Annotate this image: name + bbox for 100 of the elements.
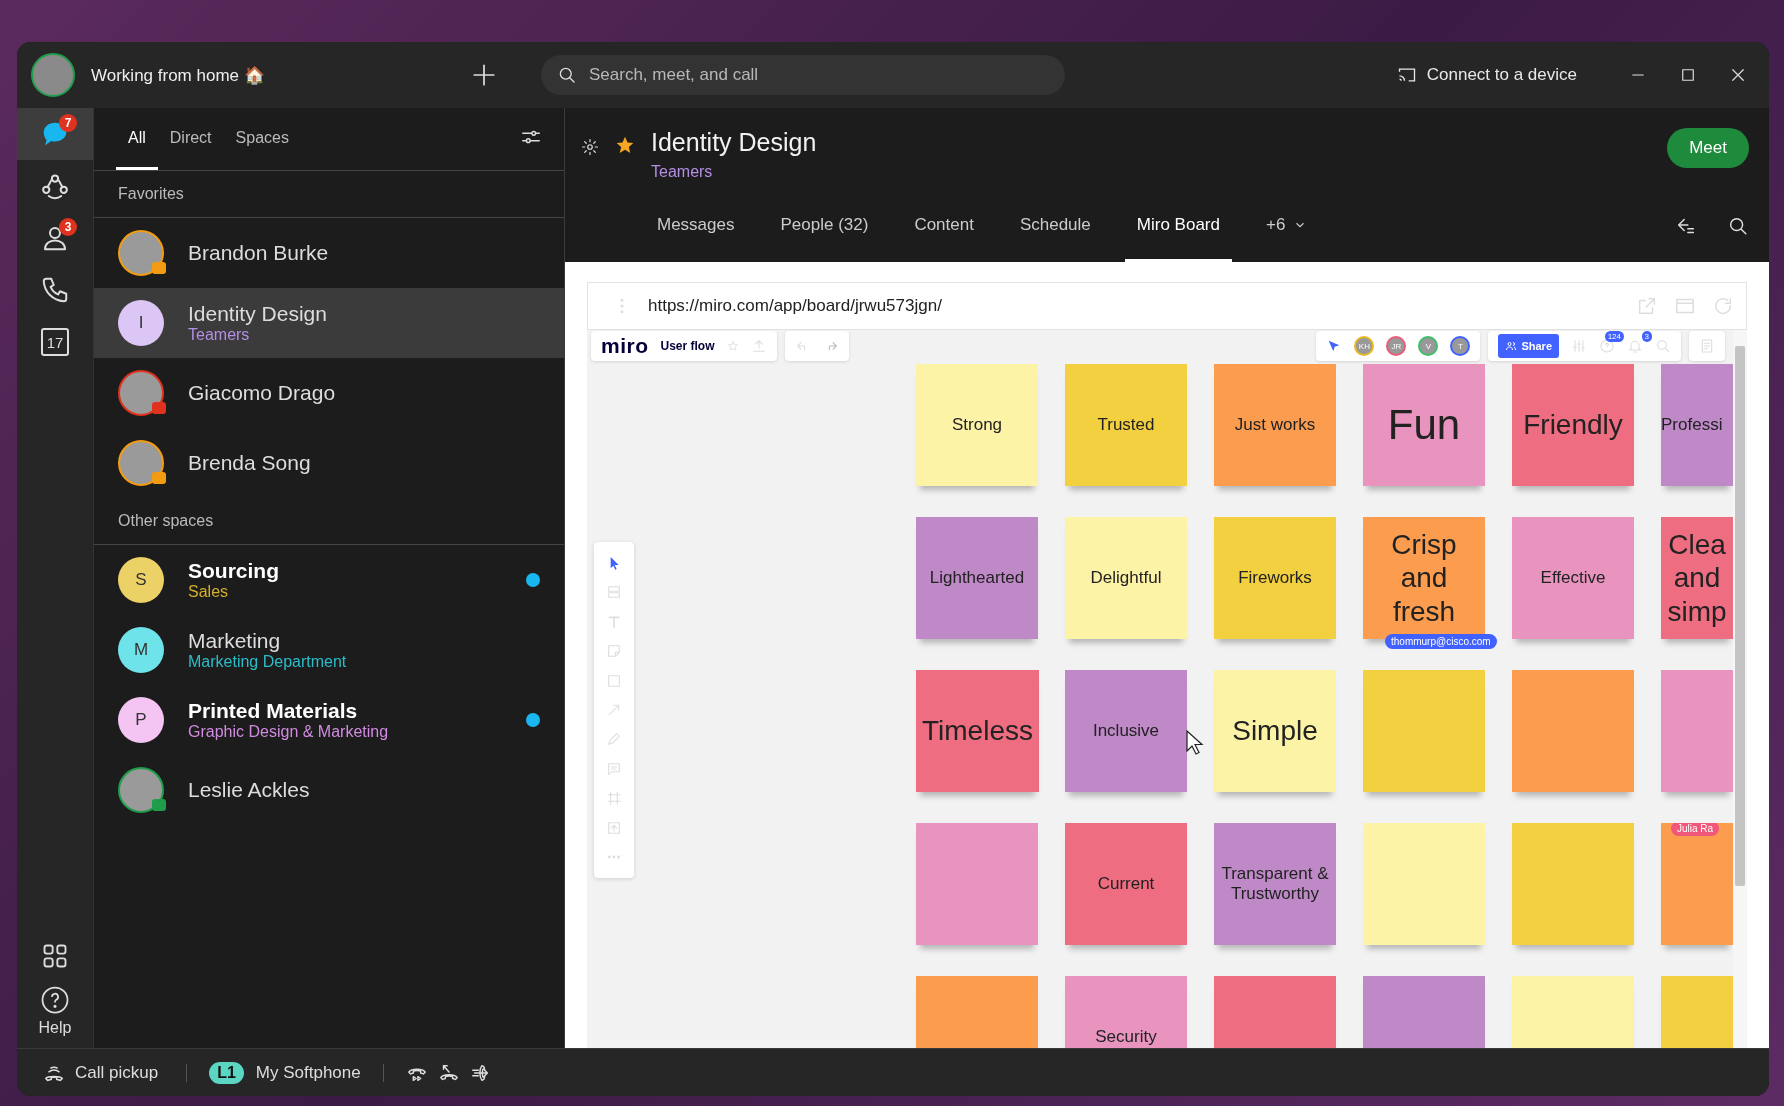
conversation-item[interactable]: Leslie Ackles: [94, 755, 564, 825]
sticky-note[interactable]: [1363, 670, 1485, 792]
search-icon[interactable]: [1727, 215, 1749, 237]
user-avatar[interactable]: [31, 53, 75, 97]
note-text: Fun: [1387, 401, 1461, 449]
status-text[interactable]: Working from home 🏠: [91, 64, 471, 86]
sticky-note[interactable]: Effective: [1512, 517, 1634, 639]
note-text: Clea and simp: [1666, 527, 1728, 629]
nav-item[interactable]: 17: [17, 316, 93, 368]
conversation-name: Printed Materials: [188, 699, 359, 723]
sticky-note[interactable]: Lighthearted: [916, 517, 1038, 639]
notes-list-icon[interactable]: [1699, 338, 1715, 354]
connect-device-button[interactable]: Connect to a device: [1390, 64, 1583, 86]
refresh-icon[interactable]: [1712, 295, 1734, 317]
sticky-note[interactable]: Trusted: [1065, 364, 1187, 486]
sticky-note[interactable]: Security: [1065, 976, 1187, 1048]
sticky-note[interactable]: Fireworks: [1214, 517, 1336, 639]
space-tab[interactable]: Messages: [645, 190, 747, 262]
board-name[interactable]: User flow: [660, 339, 715, 353]
note-text: Current: [1097, 874, 1155, 894]
filter-tab[interactable]: All: [116, 108, 158, 170]
bell-icon[interactable]: [1627, 338, 1643, 354]
filter-tab[interactable]: Direct: [157, 108, 224, 170]
settings-icon[interactable]: [581, 138, 599, 156]
export-icon[interactable]: [750, 338, 767, 354]
sticky-note[interactable]: Current: [1065, 823, 1187, 945]
meet-button[interactable]: Meet: [1667, 128, 1749, 168]
star-outline-icon[interactable]: [726, 340, 739, 352]
search-input[interactable]: Search, meet, and call: [587, 64, 1049, 86]
note-text: Professi: [1661, 415, 1723, 435]
miro-logo[interactable]: miro: [601, 334, 649, 358]
search-icon: [557, 65, 577, 85]
team-name: Teamers: [188, 326, 251, 344]
call-pickup-button[interactable]: Call pickup: [37, 1060, 165, 1085]
conversation-item[interactable]: Brenda Song: [94, 428, 564, 498]
cursor-label: thommurp@cisco.com: [1385, 634, 1497, 649]
sticky-note[interactable]: Just works: [1214, 364, 1336, 486]
space-tab[interactable]: People (32): [768, 190, 881, 262]
sticky-note[interactable]: Strong: [916, 364, 1038, 486]
count-badge: 124: [1604, 331, 1624, 342]
share-button[interactable]: Share: [1498, 334, 1559, 358]
nav-item[interactable]: 3: [17, 212, 93, 264]
whiteboard-canvas[interactable]: [587, 330, 1747, 1048]
space-tab[interactable]: Schedule: [1007, 190, 1103, 262]
sticky-note[interactable]: [1661, 670, 1733, 792]
square-icon[interactable]: [606, 672, 622, 689]
conversation-name: Brenda Song: [188, 451, 312, 475]
conversation-item[interactable]: M Marketing Marketing Department: [94, 615, 564, 685]
maximize-icon[interactable]: [1679, 66, 1697, 84]
sticky-note[interactable]: Delightful: [1065, 517, 1187, 639]
sticky-note[interactable]: [1512, 823, 1634, 945]
help-icon[interactable]: [1599, 338, 1615, 354]
conversation-item[interactable]: I Identity Design Teamers: [94, 288, 564, 358]
note-text: Simple: [1232, 714, 1318, 748]
open-external-icon[interactable]: [1636, 295, 1658, 317]
sticky-note[interactable]: Transparent & Trustworthy: [1214, 823, 1336, 945]
space-title: Identity Design: [651, 128, 818, 157]
team-link[interactable]: Teamers: [651, 163, 1652, 181]
pen-icon[interactable]: [606, 731, 622, 748]
device-label[interactable]: My Softphone: [255, 1062, 361, 1083]
sticky-note[interactable]: [1512, 670, 1634, 792]
note-text: Security: [1095, 1027, 1157, 1047]
filter-tab[interactable]: Spaces: [223, 108, 301, 170]
count-badge: 3: [1641, 331, 1652, 342]
sticky-note[interactable]: Inclusive: [1065, 670, 1187, 792]
settings-sliders-icon[interactable]: [1571, 338, 1587, 354]
conversation-item[interactable]: Giacomo Drago: [94, 358, 564, 428]
search-field[interactable]: Search, meet, and call: [541, 55, 1065, 95]
sticky-note[interactable]: Fun: [1363, 364, 1485, 486]
conversation-name: Giacomo Drago: [188, 381, 337, 405]
sticky-note[interactable]: Friendly: [1512, 364, 1634, 486]
conversation-item[interactable]: Brandon Burke: [94, 218, 564, 288]
conversation-item[interactable]: P Printed Materials Graphic Design & Marketing: [94, 685, 564, 755]
scrollbar[interactable]: [1735, 346, 1745, 886]
apps-grid-icon[interactable]: [41, 942, 69, 970]
more-tabs-button[interactable]: +6: [1253, 190, 1320, 262]
close-icon[interactable]: [1729, 66, 1747, 84]
sticky-note-icon[interactable]: [606, 643, 622, 660]
templates-icon[interactable]: [606, 584, 622, 601]
calendar-icon: 17: [41, 328, 69, 356]
upload-icon[interactable]: [606, 819, 622, 836]
frame-icon[interactable]: [606, 790, 622, 807]
sticky-note[interactable]: Clea and simp: [1661, 517, 1733, 639]
unread-indicator: [526, 713, 540, 727]
plus-icon[interactable]: [471, 62, 497, 88]
space-tab[interactable]: Content: [902, 190, 986, 262]
conversation-name: Identity Design: [188, 302, 328, 326]
sticky-note[interactable]: Simple: [1214, 670, 1336, 792]
sticky-note[interactable]: [1363, 823, 1485, 945]
sticky-note[interactable]: Professi: [1661, 364, 1733, 486]
conversation-item[interactable]: S Sourcing Sales: [94, 545, 564, 615]
star-icon[interactable]: [615, 135, 635, 155]
nav-item[interactable]: 7: [17, 108, 93, 160]
help-button[interactable]: Help: [32, 984, 78, 1038]
team-name: Graphic Design & Marketing: [188, 723, 390, 741]
arrow-icon[interactable]: [606, 702, 622, 718]
comment-icon[interactable]: [606, 760, 622, 777]
note-text: Transparent & Trustworthy: [1220, 864, 1330, 904]
sticky-note[interactable]: Timeless: [916, 670, 1039, 792]
sticky-note[interactable]: [916, 823, 1038, 945]
